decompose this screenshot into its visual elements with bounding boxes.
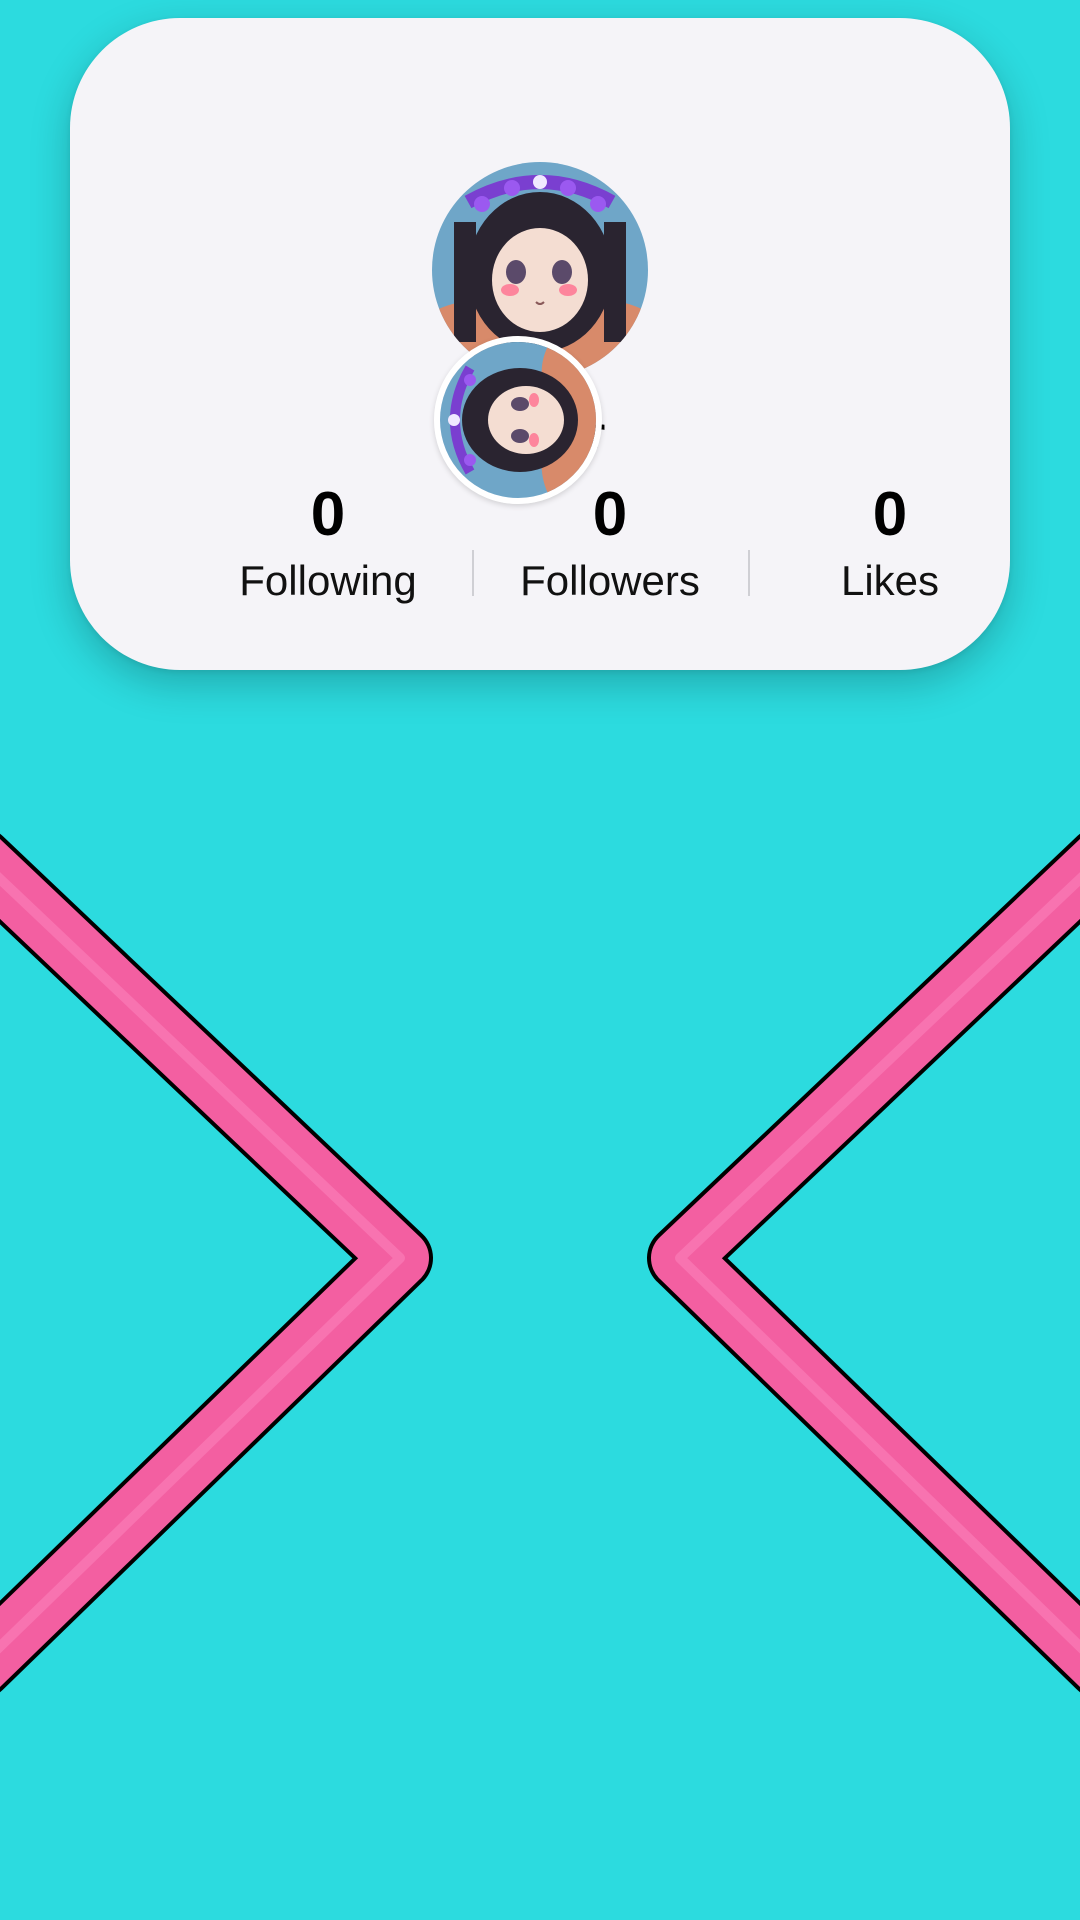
avatar-thumbnail-image	[440, 342, 596, 498]
followers-label: Followers	[520, 557, 700, 604]
chevron-left-icon[interactable]	[647, 834, 1080, 1692]
following-label: Following	[239, 557, 417, 604]
stat-followers[interactable]: 0 Followers	[480, 484, 740, 604]
followers-count: 0	[592, 480, 628, 549]
chevron-right-icon[interactable]	[0, 834, 433, 1692]
avatar-thumbnail[interactable]	[434, 336, 602, 504]
profile-card: r 0 Following 0 Followers 0 Likes	[70, 18, 1010, 670]
divider	[748, 550, 750, 596]
stat-following[interactable]: 0 Following	[198, 484, 458, 604]
likes-count: 0	[872, 480, 908, 549]
divider	[472, 550, 474, 596]
stat-likes[interactable]: 0 Likes	[760, 484, 1020, 604]
likes-label: Likes	[840, 557, 940, 604]
following-count: 0	[310, 480, 346, 549]
